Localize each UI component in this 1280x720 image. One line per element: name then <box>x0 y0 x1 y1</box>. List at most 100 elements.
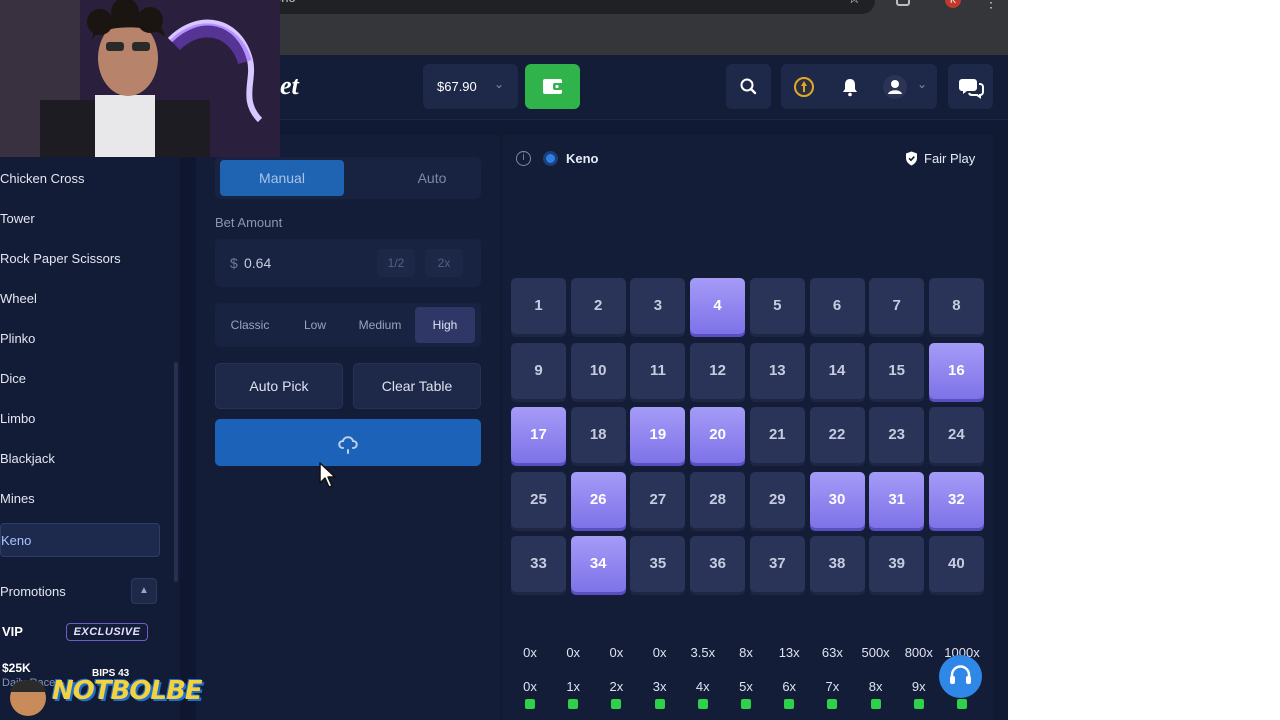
streamer-watermark: BIPS 43 NOTBOLBE <box>0 668 216 720</box>
keno-tile[interactable]: 39 <box>869 536 925 592</box>
keno-tile[interactable]: 10 <box>570 342 626 399</box>
streamer-avatar-icon <box>10 680 46 716</box>
keno-tile[interactable]: 20 <box>690 407 746 463</box>
sidebar-item-plinko[interactable]: Plinko <box>0 322 160 356</box>
sidebar-scrollbar[interactable] <box>174 362 178 582</box>
chevron-up-icon[interactable]: ▲ <box>131 578 157 604</box>
keno-tile[interactable]: 2 <box>570 278 626 334</box>
risk-classic-button[interactable]: Classic <box>220 307 280 343</box>
sidebar-item-tower[interactable]: Tower <box>0 202 160 236</box>
browser-profile-avatar[interactable]: K <box>945 0 961 8</box>
hit-count: 8x <box>868 679 883 694</box>
keno-tile[interactable]: 17 <box>511 407 566 463</box>
balance-selector[interactable]: $67.90 ⌄ <box>423 64 518 109</box>
chevron-down-icon[interactable]: ⌄ <box>917 77 927 91</box>
keno-tile[interactable]: 27 <box>630 471 686 528</box>
risk-high-button[interactable]: High <box>415 307 475 343</box>
sidebar-item-mines[interactable]: Mines <box>0 482 160 516</box>
keno-tile[interactable]: 38 <box>809 536 865 592</box>
keno-tile[interactable]: 12 <box>690 342 746 399</box>
keno-tile[interactable]: 24 <box>928 407 984 463</box>
risk-selector: Classic Low Medium High <box>215 303 481 347</box>
keno-tile[interactable]: 34 <box>570 536 626 592</box>
half-bet-button[interactable]: 1/2 <box>377 249 415 277</box>
keno-tile[interactable]: 40 <box>928 536 984 592</box>
keno-tile[interactable]: 33 <box>511 536 566 592</box>
sidebar-item-dice[interactable]: Dice <box>0 362 160 396</box>
keno-tile[interactable]: 36 <box>690 536 746 592</box>
bell-icon[interactable] <box>839 76 861 98</box>
keno-tile[interactable]: 14 <box>809 342 865 399</box>
vip-label[interactable]: VIP <box>2 624 23 639</box>
watermark-text: NOTBOLBE <box>52 676 203 706</box>
sidebar-item-blackjack[interactable]: Blackjack <box>0 442 160 476</box>
address-bar[interactable]: eno ☆ <box>230 0 875 14</box>
keno-tile[interactable]: 1 <box>511 278 566 334</box>
shield-check-icon[interactable] <box>905 151 918 166</box>
sidebar-item-rock-paper-scissors[interactable]: Rock Paper Scissors <box>0 242 160 276</box>
payout-multiplier: 0x <box>609 645 624 660</box>
headset-icon <box>950 665 971 684</box>
extensions-icon[interactable] <box>896 0 910 6</box>
tab-auto[interactable]: Auto <box>370 160 494 196</box>
keno-tile[interactable]: 25 <box>511 471 566 528</box>
fair-play-link[interactable]: Fair Play <box>924 151 975 166</box>
auto-pick-button[interactable]: Auto Pick <box>215 363 343 409</box>
info-icon[interactable]: i <box>516 151 531 166</box>
keno-tile[interactable]: 9 <box>511 342 566 399</box>
keno-tile[interactable]: 8 <box>928 278 984 334</box>
keno-tile[interactable]: 31 <box>869 471 925 528</box>
keno-tile[interactable]: 29 <box>749 471 805 528</box>
sidebar-item-limbo[interactable]: Limbo <box>0 402 160 436</box>
keno-tile[interactable]: 22 <box>809 407 865 463</box>
tab-manual[interactable]: Manual <box>220 160 344 196</box>
keno-tile[interactable]: 35 <box>630 536 686 592</box>
bet-amount-field[interactable]: $ 0.64 1/2 2x <box>215 239 481 287</box>
user-avatar-icon[interactable] <box>882 74 908 100</box>
keno-tile[interactable]: 13 <box>749 342 805 399</box>
wallet-button[interactable] <box>525 64 580 109</box>
rewards-icon[interactable] <box>792 75 816 99</box>
site-logo[interactable]: et <box>280 71 299 101</box>
payout-multiplier: 0x <box>652 645 667 660</box>
keno-tile[interactable]: 7 <box>869 278 925 334</box>
keno-tile[interactable]: 18 <box>570 407 626 463</box>
sidebar-item-chicken-cross[interactable]: Chicken Cross <box>0 162 160 196</box>
keno-tile[interactable]: 21 <box>749 407 805 463</box>
keno-tile[interactable]: 4 <box>690 278 746 334</box>
risk-low-button[interactable]: Low <box>285 307 345 343</box>
hit-indicator <box>784 699 795 709</box>
bet-amount-input[interactable]: 0.64 <box>244 255 271 271</box>
keno-icon <box>543 151 558 166</box>
loading-spinner-icon <box>338 436 358 454</box>
chat-button[interactable] <box>948 64 993 109</box>
payout-multiplier: 800x <box>904 645 933 660</box>
support-chat-button[interactable] <box>939 655 982 698</box>
sidebar-item-wheel[interactable]: Wheel <box>0 282 160 316</box>
keno-tile[interactable]: 6 <box>809 278 865 334</box>
keno-tile[interactable]: 28 <box>690 471 746 528</box>
keno-tile[interactable]: 19 <box>630 407 686 463</box>
hit-indicator <box>870 699 881 709</box>
webcam-overlay <box>0 0 280 157</box>
sidebar-item-keno[interactable]: Keno <box>0 523 160 557</box>
browser-menu-icon[interactable]: ⋮ <box>984 0 998 11</box>
double-bet-button[interactable]: 2x <box>425 249 463 277</box>
place-bet-button[interactable] <box>215 419 481 466</box>
clear-table-button[interactable]: Clear Table <box>353 363 481 409</box>
currency-symbol: $ <box>230 255 238 271</box>
keno-tile[interactable]: 15 <box>869 342 925 399</box>
risk-medium-button[interactable]: Medium <box>350 307 410 343</box>
keno-tile[interactable]: 23 <box>869 407 925 463</box>
keno-tile[interactable]: 5 <box>749 278 805 334</box>
keno-tile[interactable]: 11 <box>630 342 686 399</box>
bookmark-star-icon[interactable]: ☆ <box>848 0 861 7</box>
search-button[interactable] <box>726 64 771 109</box>
keno-tile[interactable]: 3 <box>630 278 686 334</box>
keno-tile[interactable]: 32 <box>928 471 984 528</box>
user-actions-group: ⌄ <box>781 64 937 109</box>
keno-tile[interactable]: 37 <box>749 536 805 592</box>
keno-tile[interactable]: 16 <box>928 342 984 399</box>
keno-tile[interactable]: 30 <box>809 471 865 528</box>
keno-tile[interactable]: 26 <box>570 471 626 528</box>
